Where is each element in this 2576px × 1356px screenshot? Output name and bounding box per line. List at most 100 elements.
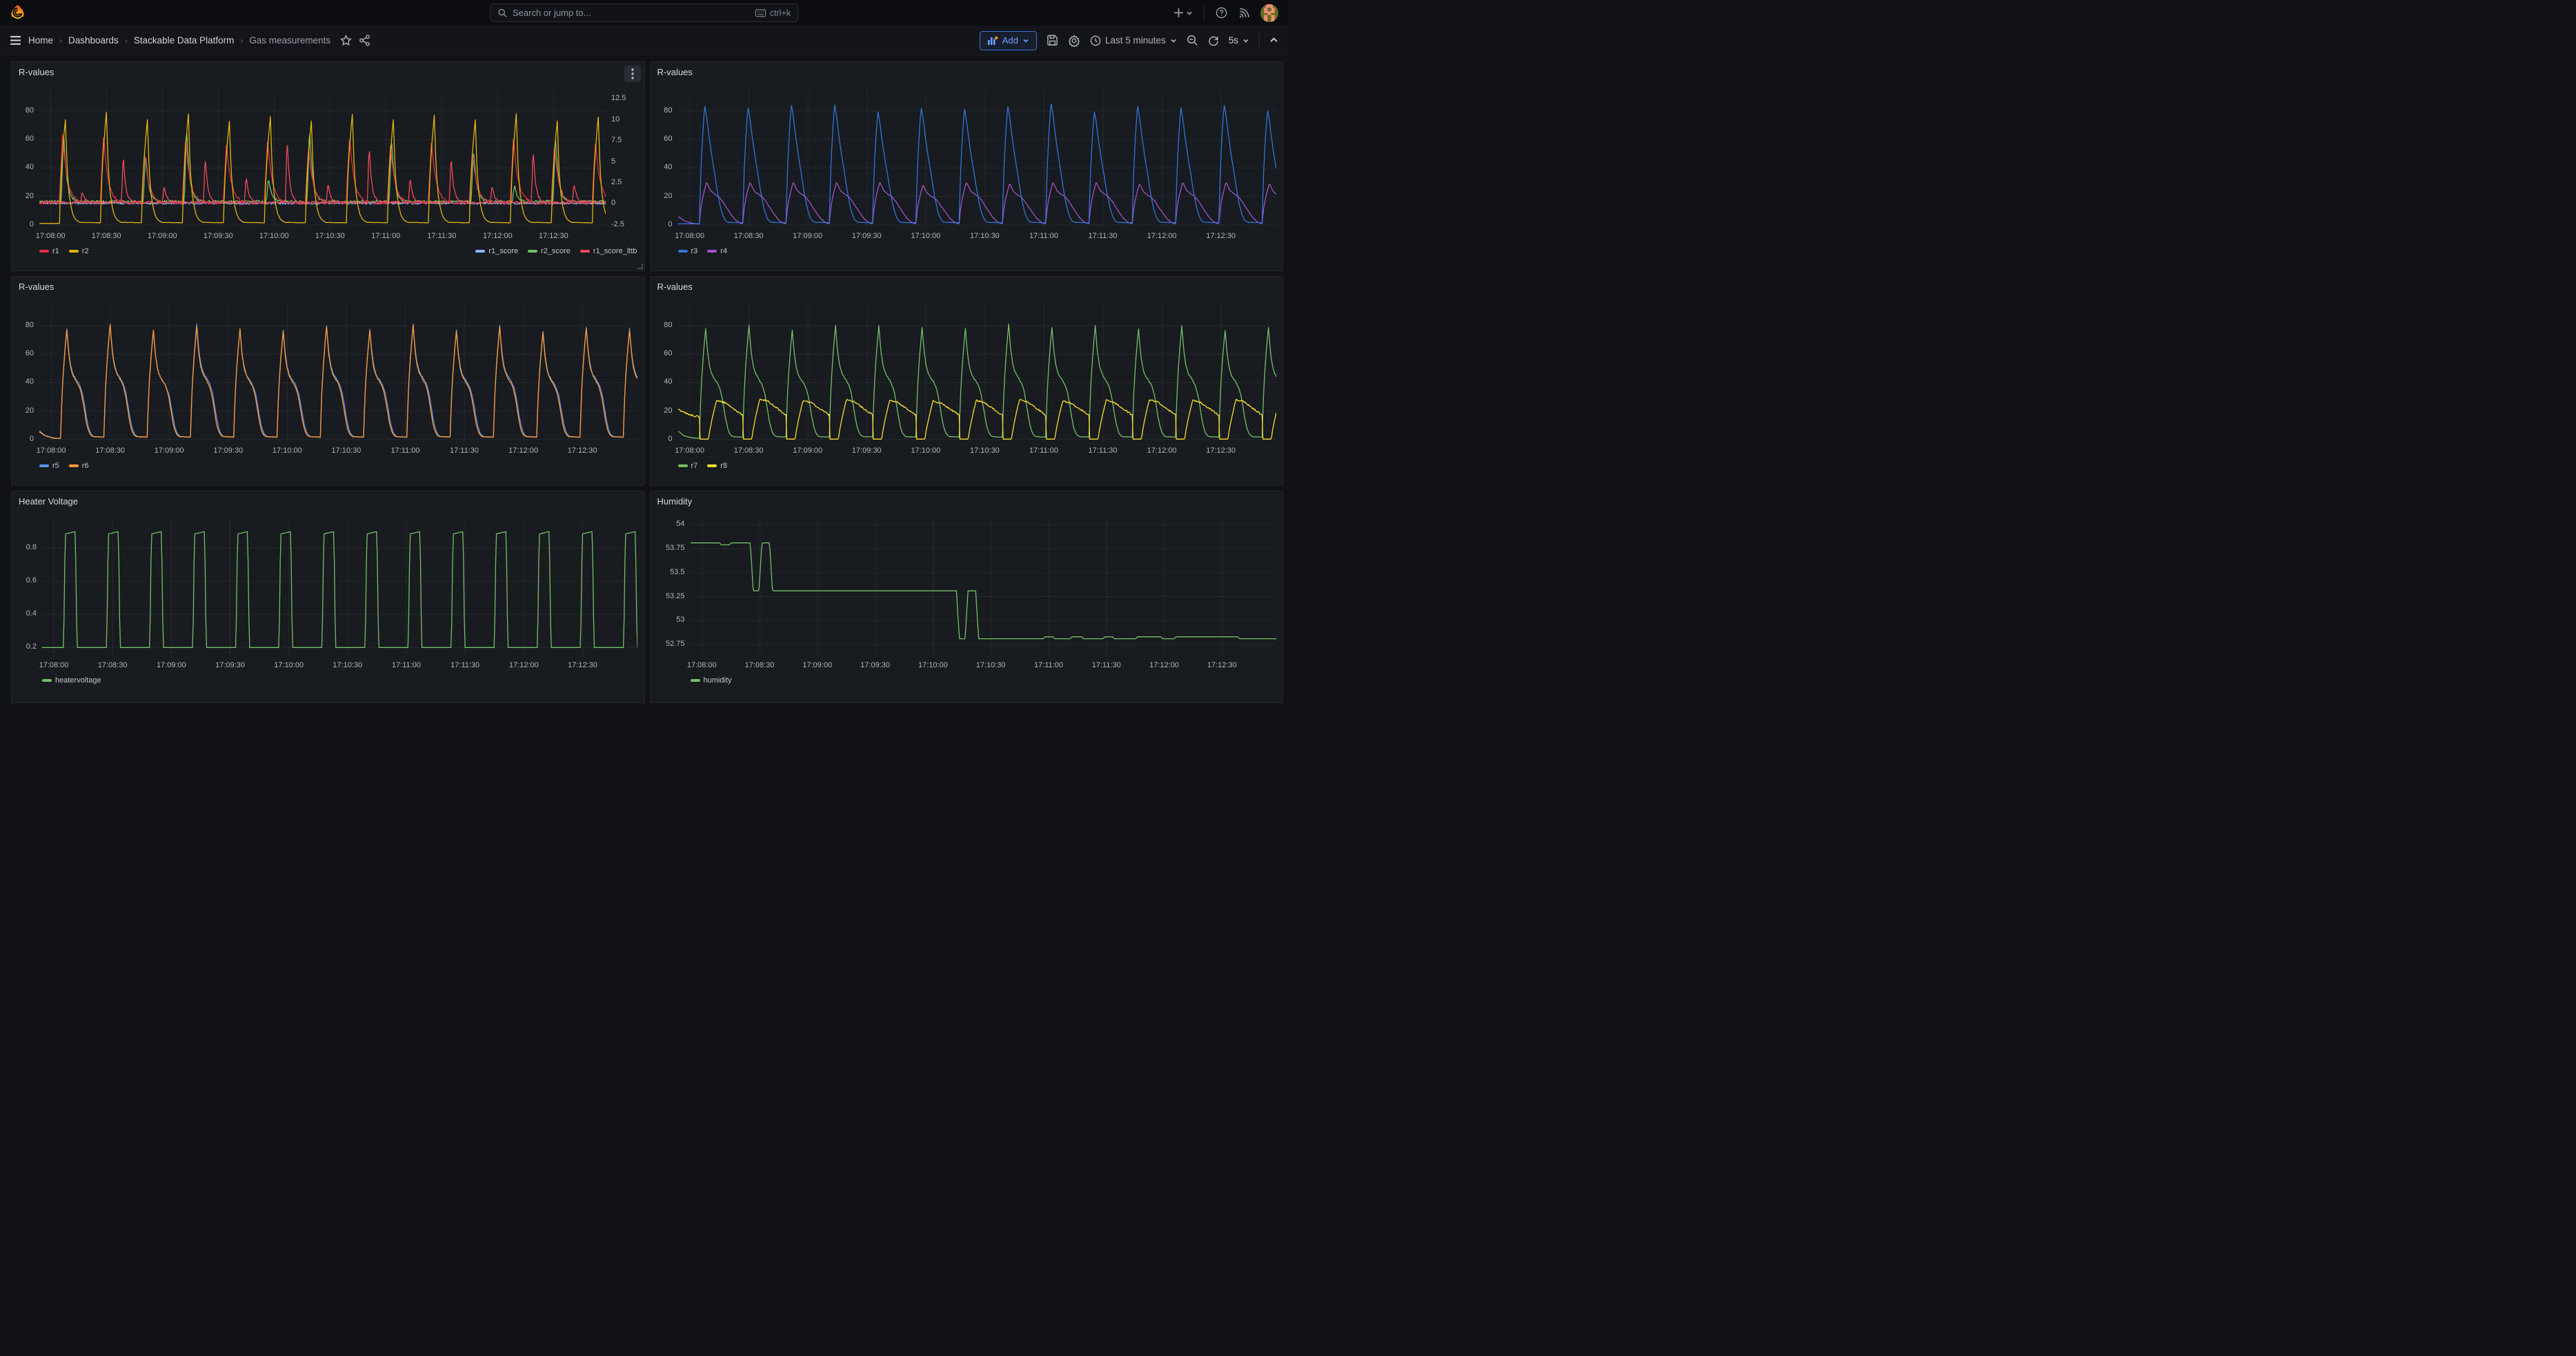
legend-label: r6 — [82, 462, 89, 470]
x-axis-tick: 17:10:30 — [969, 661, 1013, 669]
toolbar-divider — [1259, 33, 1260, 48]
news-button[interactable] — [1238, 8, 1249, 19]
legend-label: r8 — [720, 462, 727, 470]
x-axis-tick: 17:12:00 — [1140, 232, 1184, 240]
zoom-out-icon — [1187, 35, 1198, 46]
dashboard-settings-button[interactable] — [1068, 35, 1080, 47]
legend-item-r7[interactable]: r7 — [678, 462, 698, 470]
panel-title[interactable]: R-values — [657, 282, 693, 292]
panel-title[interactable]: Humidity — [657, 496, 693, 507]
mega-menu-toggle[interactable] — [10, 35, 21, 46]
grafana-logo[interactable] — [10, 4, 26, 21]
panel-title[interactable]: Heater Voltage — [19, 496, 78, 507]
breadcrumb-folder[interactable]: Stackable Data Platform — [134, 35, 235, 46]
x-axis-tick: 17:12:30 — [531, 232, 575, 240]
zoom-out-button[interactable] — [1187, 35, 1198, 46]
refresh-button[interactable] — [1208, 35, 1219, 46]
x-axis-tick: 17:09:00 — [795, 661, 840, 669]
x-axis-tick: 17:09:00 — [147, 446, 191, 455]
legend-item-r4[interactable]: r4 — [707, 247, 727, 255]
legend-swatch — [475, 250, 485, 253]
panel-heater-voltage: Heater Voltage 0.20.40.60.817:08:0017:08… — [11, 491, 645, 703]
panel-legend: r3 r4 — [678, 247, 1276, 255]
top-navigation-bar: Search or jump to... ctrl+k — [0, 0, 1288, 26]
chevron-down-icon — [1170, 37, 1177, 44]
x-axis-tick: 17:10:00 — [265, 446, 309, 455]
y-axis-tick: 60 — [12, 135, 34, 143]
legend-swatch — [528, 250, 537, 253]
search-input[interactable]: Search or jump to... ctrl+k — [490, 3, 798, 22]
y-axis-tick: 0 — [12, 435, 34, 443]
legend-swatch — [69, 250, 79, 253]
panel-title[interactable]: R-values — [19, 282, 54, 292]
x-axis-tick: 17:09:00 — [149, 661, 193, 669]
breadcrumb-dashboards[interactable]: Dashboards — [68, 35, 119, 46]
x-axis-tick: 17:08:30 — [726, 232, 771, 240]
panel-title[interactable]: R-values — [657, 67, 693, 77]
refresh-interval-picker[interactable]: 5s — [1229, 35, 1249, 46]
chevron-down-icon — [1186, 10, 1193, 17]
series-r3 — [678, 104, 1276, 224]
panel-legend: humidity — [691, 676, 1276, 685]
panel-menu-button[interactable] — [624, 66, 641, 82]
user-avatar[interactable] — [1260, 4, 1278, 22]
y-axis-tick: 54 — [651, 520, 685, 528]
x-axis-tick: 17:11:30 — [442, 446, 486, 455]
chart-plot-area[interactable] — [678, 90, 1276, 228]
series-r7 — [678, 324, 1276, 439]
y-axis-tick: 0.4 — [12, 609, 37, 618]
star-icon — [340, 35, 352, 46]
x-axis-tick: 17:08:00 — [680, 661, 724, 669]
legend-item-r3[interactable]: r3 — [678, 247, 698, 255]
legend-item-humidity[interactable]: humidity — [691, 676, 732, 685]
x-axis-tick: 17:09:30 — [196, 232, 240, 240]
x-axis-tick: 17:09:00 — [786, 446, 830, 455]
chevron-down-icon — [1242, 37, 1249, 44]
y-axis-tick: 53.5 — [651, 568, 685, 576]
chart-plot-area[interactable] — [691, 519, 1276, 657]
x-axis-tick: 17:10:30 — [308, 232, 352, 240]
panel-humidity: Humidity 52.755353.2553.553.755417:08:00… — [650, 491, 1284, 703]
panel-legend: r7 r8 — [678, 462, 1276, 470]
time-range-picker[interactable]: Last 5 minutes — [1090, 35, 1177, 46]
y-axis-tick: 80 — [651, 106, 673, 115]
share-button[interactable] — [359, 35, 370, 46]
save-dashboard-button[interactable] — [1047, 35, 1058, 46]
x-axis-tick: 17:11:00 — [384, 661, 428, 669]
legend-item-r2[interactable]: r2 — [69, 247, 89, 255]
chart-plot-area[interactable] — [39, 304, 637, 442]
chart-plot-area[interactable] — [42, 519, 637, 657]
legend-swatch — [707, 464, 717, 467]
collapse-toolbar-button[interactable] — [1269, 36, 1278, 45]
keyboard-icon — [755, 9, 766, 17]
rss-icon — [1238, 8, 1249, 19]
y-axis-tick: 20 — [12, 406, 34, 415]
legend-item-r1_score[interactable]: r1_score — [475, 247, 518, 255]
x-axis-tick: 17:08:00 — [29, 446, 73, 455]
panel-title[interactable]: R-values — [19, 67, 54, 77]
chart-plot-area[interactable] — [678, 304, 1276, 442]
refresh-icon — [1208, 35, 1219, 46]
panel-resize-handle[interactable] — [637, 264, 643, 269]
legend-item-heatervoltage[interactable]: heatervoltage — [42, 676, 101, 685]
add-panel-button[interactable]: Add — [980, 31, 1037, 50]
x-axis-tick: 17:12:30 — [1199, 232, 1243, 240]
breadcrumb-home[interactable]: Home — [28, 35, 53, 46]
favorite-button[interactable] — [340, 35, 352, 46]
x-axis-tick: 17:08:00 — [28, 232, 72, 240]
x-axis-tick: 17:11:30 — [1084, 661, 1129, 669]
chart-plot-area[interactable] — [39, 90, 606, 228]
legend-item-r2_score[interactable]: r2_score — [528, 247, 571, 255]
legend-item-r8[interactable]: r8 — [707, 462, 727, 470]
legend-item-r1_score_lttb[interactable]: r1_score_lttb — [580, 247, 637, 255]
search-icon — [497, 8, 507, 18]
x-axis-tick: 17:10:00 — [904, 446, 948, 455]
new-menu-button[interactable] — [1173, 8, 1193, 18]
help-button[interactable] — [1216, 7, 1227, 19]
legend-item-r6[interactable]: r6 — [69, 462, 89, 470]
series-r8 — [678, 399, 1276, 439]
x-axis-tick: 17:09:30 — [853, 661, 898, 669]
series-heatervoltage — [42, 531, 637, 647]
legend-item-r1[interactable]: r1 — [39, 247, 59, 255]
legend-item-r5[interactable]: r5 — [39, 462, 59, 470]
